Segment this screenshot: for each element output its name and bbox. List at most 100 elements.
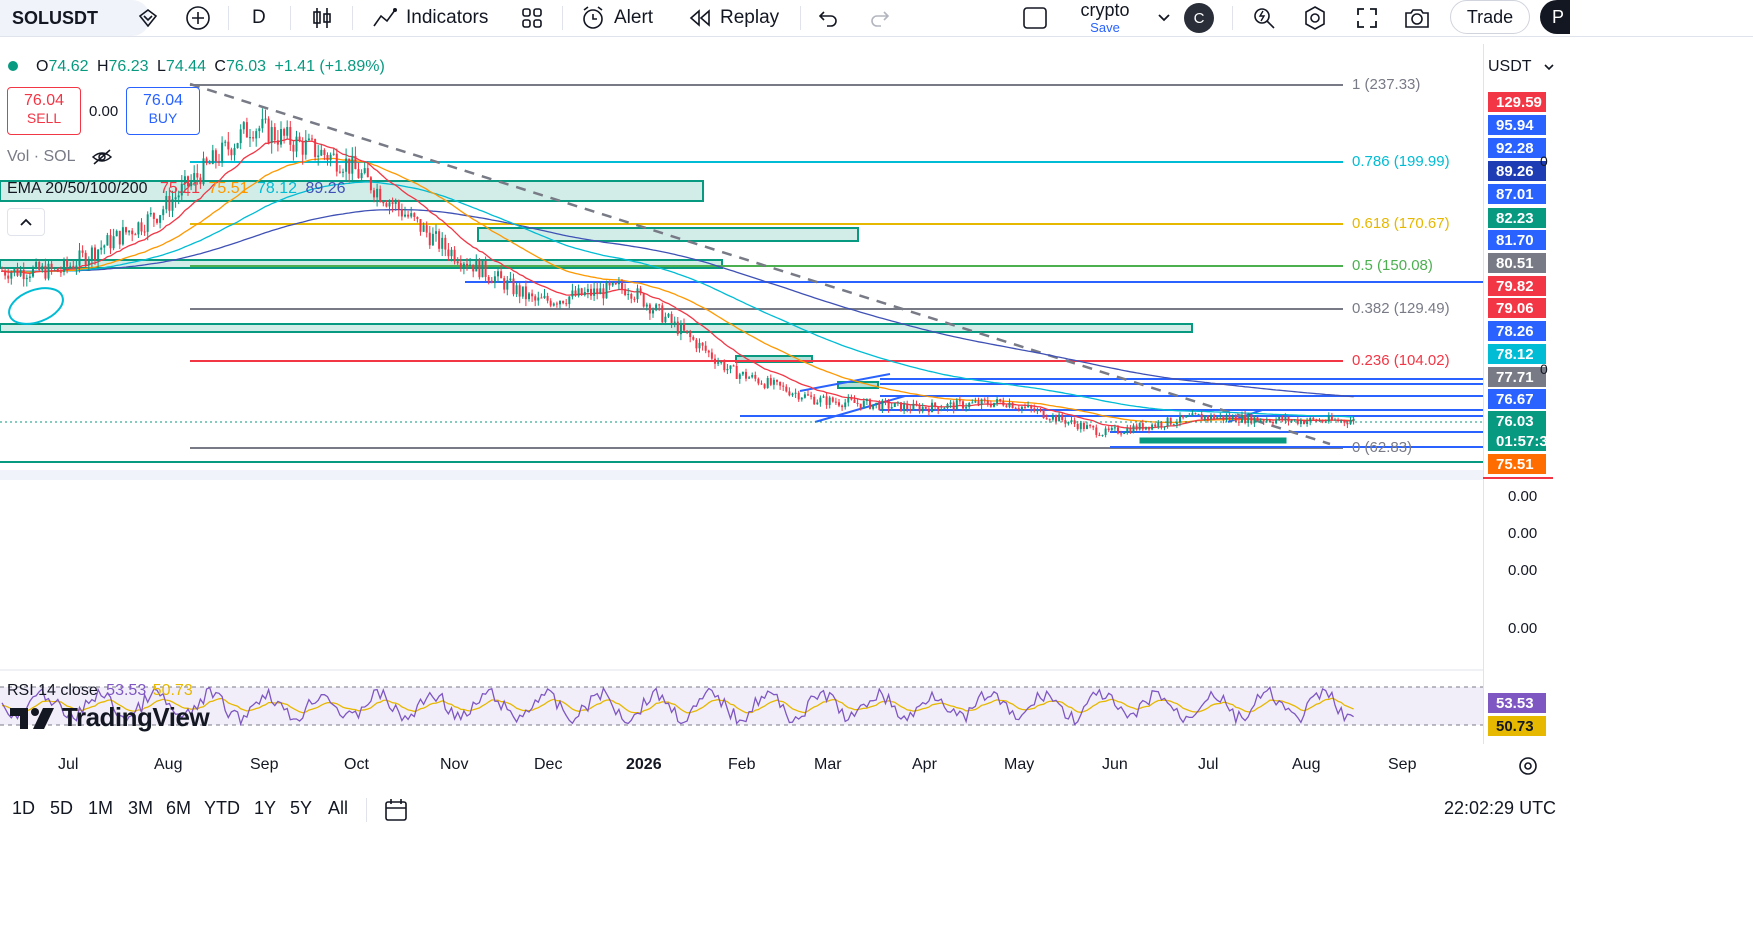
candle-body xyxy=(311,138,313,140)
toolbar-divider xyxy=(562,6,563,30)
date-range-calendar-icon[interactable] xyxy=(382,796,410,824)
buy-button[interactable]: 76.04 BUY xyxy=(126,87,200,135)
candle-body xyxy=(1315,419,1318,422)
candle-body xyxy=(1290,420,1293,422)
range-button-1m[interactable]: 1M xyxy=(88,798,113,819)
quick-search-icon[interactable] xyxy=(1250,0,1278,36)
candle-body xyxy=(887,401,890,409)
ema-50-value: 75.51 xyxy=(208,180,249,197)
publish-button[interactable]: P xyxy=(1540,0,1570,34)
candle-body xyxy=(109,235,112,249)
candle-body xyxy=(196,173,199,178)
low-value: 74.44 xyxy=(165,58,206,75)
currency-selector[interactable]: USDT xyxy=(1488,53,1554,81)
supply-demand-zones[interactable] xyxy=(0,180,1287,444)
candle-body xyxy=(710,352,713,359)
compare-symbol-icon[interactable] xyxy=(134,0,162,36)
candle-body xyxy=(878,402,881,410)
range-button-5y[interactable]: 5Y xyxy=(290,798,312,819)
pane-separator[interactable] xyxy=(0,470,1483,480)
price-chart-canvas[interactable] xyxy=(0,44,1483,744)
sell-label: SELL xyxy=(26,110,62,126)
layout-name-button[interactable]: crypto Save xyxy=(1068,0,1142,36)
eye-hidden-icon[interactable] xyxy=(91,148,113,166)
candle-body xyxy=(869,399,871,409)
candle-body xyxy=(788,391,791,396)
candle-body xyxy=(1126,428,1129,434)
symbol-search-button[interactable]: SOLUSDT xyxy=(0,0,150,36)
candle-body xyxy=(841,405,844,408)
range-button-all[interactable]: All xyxy=(328,798,348,819)
zone-rectangle[interactable] xyxy=(1139,437,1287,444)
candle-body xyxy=(1346,422,1349,425)
range-button-5d[interactable]: 5D xyxy=(50,798,73,819)
layout-square-icon[interactable] xyxy=(1020,0,1050,36)
utc-clock[interactable]: 22:02:29 UTC xyxy=(1444,798,1556,819)
candle-body xyxy=(447,249,450,257)
avatar[interactable]: C xyxy=(1184,3,1214,33)
zone-rectangle[interactable] xyxy=(477,227,859,242)
candle-body xyxy=(1330,415,1333,420)
interval-button[interactable]: D xyxy=(252,0,266,36)
candle-body xyxy=(760,383,763,385)
chevron-down-icon[interactable] xyxy=(1154,0,1174,36)
settings-icon[interactable] xyxy=(1516,754,1540,778)
buy-label: BUY xyxy=(148,110,178,126)
candle-body xyxy=(1197,413,1200,415)
collapse-legend-button[interactable] xyxy=(7,208,45,236)
candle-body xyxy=(698,342,701,349)
redo-icon[interactable] xyxy=(866,0,894,36)
candle-body xyxy=(1231,415,1234,420)
candle-body xyxy=(1138,423,1141,430)
candle-body xyxy=(1095,427,1098,435)
candle-body xyxy=(363,168,366,174)
volume-axis-label: 0.00 xyxy=(1508,620,1538,637)
candle-body xyxy=(1191,413,1194,416)
candle-body xyxy=(351,155,354,174)
alarm-clock-icon xyxy=(580,5,606,31)
candle-body xyxy=(456,261,459,264)
range-button-6m[interactable]: 6M xyxy=(166,798,191,819)
candle-body xyxy=(304,140,307,155)
candle-body xyxy=(797,392,800,400)
candle-body xyxy=(295,136,298,152)
sell-button[interactable]: 76.04 SELL xyxy=(7,87,81,135)
replay-button[interactable]: Replay xyxy=(688,0,779,36)
indicator-templates-icon[interactable] xyxy=(518,0,546,36)
alert-button[interactable]: Alert xyxy=(580,0,653,36)
fib-label-text: 0.5 (150.08) xyxy=(1352,257,1433,274)
candle-body xyxy=(1092,425,1095,428)
range-button-ytd[interactable]: YTD xyxy=(204,798,240,819)
candle-body xyxy=(1129,428,1132,433)
candle-body xyxy=(1144,426,1147,430)
candle-body xyxy=(1241,414,1243,423)
range-button-3m[interactable]: 3M xyxy=(128,798,153,819)
zone-rectangle[interactable] xyxy=(0,323,1193,333)
candle-body xyxy=(586,288,589,292)
range-button-1d[interactable]: 1D xyxy=(12,798,35,819)
candle-body xyxy=(661,305,664,323)
candle-body xyxy=(683,324,685,331)
add-symbol-icon[interactable] xyxy=(184,0,212,36)
candles-style-icon[interactable] xyxy=(308,0,336,36)
trade-button[interactable]: Trade xyxy=(1450,0,1530,34)
fullscreen-icon[interactable] xyxy=(1352,0,1382,36)
settings-gear-icon[interactable] xyxy=(1300,0,1330,36)
indicators-button[interactable]: Indicators xyxy=(372,0,488,36)
undo-icon[interactable] xyxy=(814,0,842,36)
candle-body xyxy=(614,282,617,285)
candle-body xyxy=(974,401,977,403)
candle-body xyxy=(345,158,348,172)
price-axis-label: 78.12 xyxy=(1488,344,1546,364)
tradingview-logo[interactable]: TradingView xyxy=(10,702,210,733)
candle-body xyxy=(1206,415,1209,420)
candle-body xyxy=(125,227,127,233)
candle-body xyxy=(69,265,72,267)
candle-body xyxy=(1287,417,1290,422)
candle-body xyxy=(927,408,930,413)
camera-icon[interactable] xyxy=(1400,0,1434,36)
candle-body xyxy=(261,118,264,129)
candle-body xyxy=(419,219,422,232)
candle-body xyxy=(258,128,261,132)
range-button-1y[interactable]: 1Y xyxy=(254,798,276,819)
